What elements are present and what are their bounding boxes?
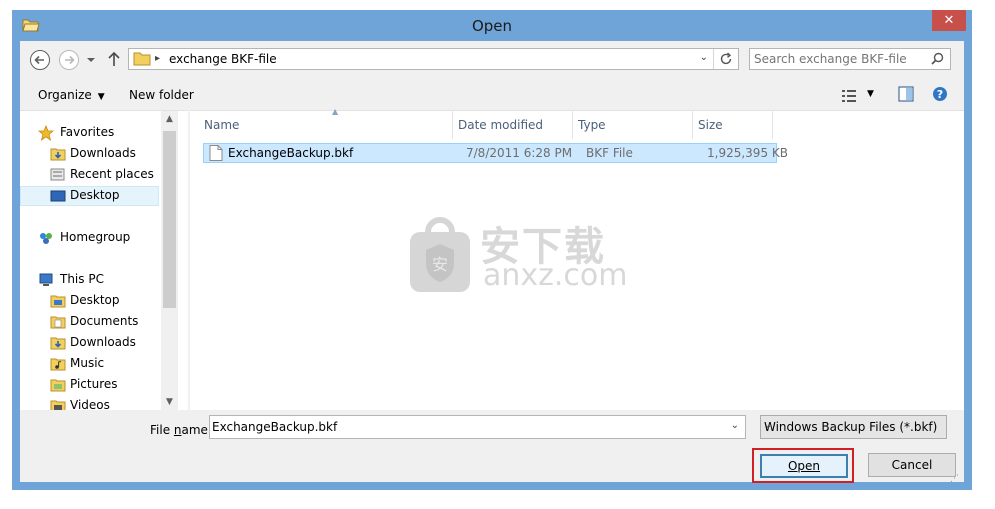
address-dropdown-icon[interactable]: ⌄	[700, 52, 708, 63]
window-title: Open	[471, 17, 513, 35]
nav-scrollbar[interactable]: ▲ ▼	[161, 111, 178, 411]
arrow-left-icon	[34, 55, 44, 65]
file-size-cell: 1,925,395 KB	[707, 146, 788, 160]
dialog-client: ▸ exchange BKF-file ⌄ Organize▼ New fold	[20, 41, 964, 484]
downloads-folder-icon	[50, 148, 66, 161]
file-name-cell: ExchangeBackup.bkf	[228, 146, 354, 160]
cancel-button[interactable]: Cancel	[868, 453, 956, 477]
breadcrumb-separator[interactable]: ▸	[155, 53, 160, 64]
recent-locations-chevron-icon[interactable]	[86, 55, 96, 65]
address-bar[interactable]: ▸ exchange BKF-file ⌄	[128, 48, 739, 70]
desktop-icon	[50, 190, 66, 202]
preview-pane-icon[interactable]	[898, 86, 914, 102]
close-button[interactable]: ✕	[932, 10, 966, 31]
documents-folder-icon	[50, 316, 66, 329]
file-type-cell: BKF File	[586, 146, 633, 160]
navigation-pane: Favorites Downloads Recent places Deskto…	[20, 110, 188, 411]
column-header-type[interactable]: Type	[572, 111, 693, 139]
recent-places-icon	[50, 168, 65, 181]
music-folder-icon	[50, 358, 66, 371]
svg-text:?: ?	[937, 88, 943, 101]
file-name-combobox[interactable]: ⌄	[209, 415, 746, 439]
breadcrumb-current[interactable]: exchange BKF-file	[169, 52, 277, 66]
title-bar[interactable]: Open ✕	[12, 10, 972, 40]
refresh-icon	[720, 52, 732, 65]
file-icon	[209, 145, 223, 161]
bottom-panel: File name: ⌄ Windows Backup Files (*.bkf…	[20, 410, 964, 484]
open-dialog: Open ✕ ▸ exchange BKF-file ⌄ Search exch…	[12, 10, 972, 490]
organize-label: Organize	[38, 88, 92, 102]
nav-pc-desktop[interactable]: Desktop	[20, 291, 160, 311]
search-input[interactable]	[754, 51, 924, 67]
file-name-label: File name:	[150, 423, 212, 437]
nav-pc-downloads[interactable]: Downloads	[20, 333, 160, 353]
search-box[interactable]	[749, 48, 951, 70]
nav-downloads[interactable]: Downloads	[20, 144, 160, 164]
file-row-selected[interactable]: ExchangeBackup.bkf 7/8/2011 6:28 PM BKF …	[203, 143, 788, 163]
back-button[interactable]	[30, 50, 50, 70]
nav-documents[interactable]: Documents	[20, 312, 160, 332]
nav-music[interactable]: Music	[20, 354, 160, 374]
chevron-down-icon[interactable]: ⌄	[731, 420, 739, 431]
file-date-cell: 7/8/2011 6:28 PM	[466, 146, 573, 160]
nav-homegroup[interactable]: Homegroup	[20, 228, 160, 248]
nav-videos[interactable]: Videos	[20, 396, 160, 411]
search-icon[interactable]	[931, 52, 944, 65]
forward-button[interactable]	[59, 50, 79, 70]
new-folder-button[interactable]: New folder	[129, 88, 194, 102]
scroll-down-icon[interactable]: ▼	[161, 394, 178, 411]
nav-pictures[interactable]: Pictures	[20, 375, 160, 395]
shield-bag-icon: 安	[410, 217, 470, 292]
arrow-right-icon	[65, 55, 75, 65]
watermark-badge: 安	[432, 255, 448, 274]
resize-grip[interactable]: ⋰	[950, 474, 959, 484]
nav-this-pc[interactable]: This PC	[20, 270, 160, 290]
folder-icon	[133, 52, 151, 66]
homegroup-icon	[40, 233, 52, 244]
folder-icon	[50, 295, 66, 308]
up-arrow-icon[interactable]	[106, 50, 122, 68]
command-bar: Organize ▼ New folder ▼ ?	[20, 80, 964, 110]
help-icon[interactable]: ?	[932, 86, 948, 102]
nav-favorites[interactable]: Favorites	[20, 123, 160, 143]
file-list[interactable]: Name ▲ Date modified Type Size ExchangeB…	[190, 107, 964, 411]
pictures-folder-icon	[50, 379, 66, 392]
change-view-button[interactable]: ▼	[841, 87, 881, 105]
column-header-size[interactable]: Size	[692, 111, 773, 139]
refresh-button[interactable]	[713, 49, 738, 69]
chevron-down-icon: ▼	[867, 89, 874, 99]
downloads-folder-icon	[50, 337, 66, 350]
watermark-subtext: anxz.com	[483, 258, 628, 293]
organize-button[interactable]: Organize ▼	[38, 88, 105, 102]
chevron-down-icon: ▼	[97, 92, 105, 102]
star-icon	[38, 125, 54, 141]
file-name-input[interactable]	[212, 419, 717, 435]
column-header-date-modified[interactable]: Date modified	[452, 111, 573, 139]
nav-desktop-selected[interactable]: Desktop	[20, 186, 159, 206]
sort-ascending-icon: ▲	[332, 107, 339, 116]
nav-recent-places[interactable]: Recent places	[20, 165, 160, 185]
column-header-name[interactable]: Name ▲	[198, 107, 453, 139]
file-type-select[interactable]: Windows Backup Files (*.bkf) ⌄	[760, 415, 947, 439]
details-view-icon	[842, 90, 856, 102]
chevron-down-icon: ⌄	[764, 420, 773, 431]
computer-icon	[39, 273, 53, 286]
open-button[interactable]: Open	[760, 454, 848, 478]
scroll-up-icon[interactable]: ▲	[161, 111, 178, 128]
scroll-thumb[interactable]	[163, 131, 176, 308]
